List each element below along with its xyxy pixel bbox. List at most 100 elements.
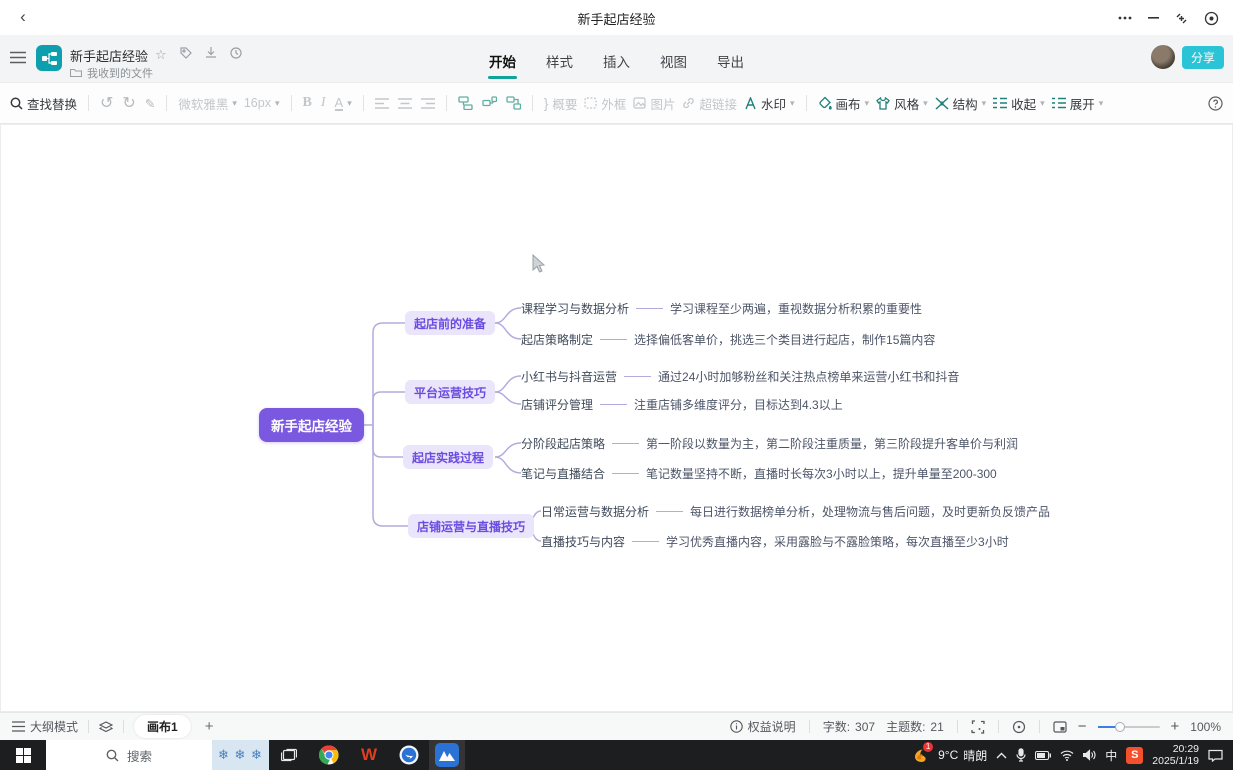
link-icon [682, 97, 695, 109]
leaf-node[interactable]: 小红书与抖音运营 通过24小时加够粉丝和关注热点榜单来运营小红书和抖音 [521, 367, 959, 385]
tab-view[interactable]: 视图 [659, 49, 688, 79]
zoom-slider-knob[interactable] [1115, 722, 1125, 732]
window-title: 新手起店经验 [0, 9, 1233, 28]
snowflake-icon: ❄ ❄ ❄ [218, 747, 263, 763]
fit-screen-button[interactable] [971, 720, 985, 734]
windows-logo-icon [16, 748, 31, 763]
rights-info-button[interactable]: 权益说明 [730, 718, 796, 735]
font-color-button[interactable]: A▾ [335, 96, 352, 111]
tray-temperature[interactable]: 9°C [938, 748, 958, 762]
taskbar-search-input[interactable]: 搜索 [46, 740, 212, 770]
tab-insert[interactable]: 插入 [602, 49, 631, 79]
close-target-button[interactable] [1199, 9, 1223, 27]
wifi-icon[interactable] [1060, 750, 1074, 761]
zoom-out-button[interactable]: − [1078, 718, 1087, 735]
layers-button[interactable] [99, 721, 113, 733]
summary-button[interactable]: }概要 [544, 94, 578, 113]
leaf-node[interactable]: 直播技巧与内容 学习优秀直播内容，采用露脸与不露脸策略，每次直播至少3小时 [541, 532, 1009, 550]
restore-button[interactable] [1169, 9, 1193, 27]
expand-button[interactable]: 展开▾ [1052, 94, 1104, 113]
undo-icon[interactable]: ↺ [100, 93, 113, 113]
chevron-down-icon: ▾ [982, 98, 987, 109]
zoom-in-button[interactable]: + [1171, 718, 1180, 735]
share-button[interactable]: 分享 [1182, 46, 1224, 69]
user-avatar[interactable] [1151, 45, 1175, 69]
watermark-icon [744, 97, 757, 110]
tray-clock[interactable]: 20:29 2025/1/19 [1152, 743, 1199, 767]
find-replace-button[interactable]: 查找替换 [10, 94, 77, 113]
hidden-icons-chevron[interactable] [996, 752, 1007, 759]
mindmap-app-taskbar-icon-active[interactable] [429, 740, 465, 770]
font-family-select[interactable]: 微软雅黑▾ [178, 94, 237, 113]
branch-node-3[interactable]: 起店实践过程 [403, 445, 493, 469]
format-painter-icon[interactable]: ✎ [145, 96, 155, 111]
align-left-icon[interactable] [375, 98, 389, 109]
window-titlebar: ‹ 新手起店经验 [0, 0, 1233, 35]
leaf-node[interactable]: 起店策略制定 选择偏低客单价，挑选三个类目进行起店，制作15篇内容 [521, 330, 935, 348]
blue-app-icon [399, 745, 419, 765]
collapse-button[interactable]: 收起▾ [993, 94, 1045, 113]
bold-button[interactable]: B [303, 95, 312, 111]
insert-parent-node-icon[interactable] [506, 96, 521, 110]
align-center-icon[interactable] [398, 98, 412, 109]
redo-icon[interactable]: ↻ [122, 93, 135, 113]
start-button[interactable] [0, 740, 46, 770]
watermark-button[interactable]: 水印▾ [744, 94, 795, 113]
hyperlink-button[interactable]: 超链接 [682, 94, 737, 113]
tray-weather-desc[interactable]: 晴朗 [963, 747, 987, 764]
weather-flame-icon[interactable]: 1 [912, 747, 929, 764]
minimap-button[interactable] [1053, 721, 1067, 733]
more-options-icon[interactable] [1113, 9, 1137, 27]
locate-center-button[interactable] [1012, 720, 1026, 734]
battery-icon[interactable] [1035, 751, 1051, 760]
outline-mode-button[interactable]: 大纲模式 [12, 718, 78, 735]
tab-style[interactable]: 样式 [545, 49, 574, 79]
sogou-input-icon[interactable]: S [1126, 747, 1143, 764]
wps-taskbar-icon[interactable]: W [349, 740, 389, 770]
branch-node-2[interactable]: 平台运营技巧 [405, 380, 495, 404]
ime-indicator[interactable]: 中 [1105, 747, 1117, 764]
chrome-taskbar-icon[interactable] [309, 740, 349, 770]
insert-sibling-node-icon[interactable] [482, 96, 497, 110]
microphone-icon[interactable] [1016, 748, 1026, 762]
outer-frame-button[interactable]: 外框 [584, 94, 626, 113]
structure-button[interactable]: 结构▾ [935, 94, 987, 113]
volume-icon[interactable] [1083, 749, 1096, 761]
leaf-connector [612, 473, 639, 474]
paint-bucket-icon [818, 96, 832, 110]
mindmap-canvas[interactable]: 新手起店经验 起店前的准备 平台运营技巧 起店实践过程 店铺运营与直播技巧 课程… [0, 124, 1233, 712]
style-button[interactable]: 风格▾ [876, 94, 928, 113]
dingtalk-taskbar-icon[interactable] [389, 740, 429, 770]
tab-export[interactable]: 导出 [716, 49, 745, 79]
canvas-tab[interactable]: 画布1 [134, 715, 191, 738]
image-button[interactable]: 图片 [633, 94, 675, 113]
document-header-bar: 新手起店经验 ☆ 我收到的文件 开始 样式 插入 视图 导出 分享 [0, 35, 1233, 82]
help-button[interactable] [1208, 96, 1223, 111]
outline-icon [12, 721, 25, 732]
mindmap-root-node[interactable]: 新手起店经验 [259, 408, 364, 442]
branch-node-1[interactable]: 起店前的准备 [405, 311, 495, 335]
leaf-node[interactable]: 店铺评分管理 注重店铺多维度评分，目标达到4.3以上 [521, 395, 843, 413]
italic-button[interactable]: I [321, 95, 326, 111]
brace-icon: } [544, 95, 549, 111]
zoom-slider[interactable] [1098, 726, 1160, 728]
insert-child-node-icon[interactable] [458, 96, 473, 110]
leaf-node[interactable]: 分阶段起店策略 第一阶段以数量为主，第二阶段注重质量，第三阶段提升客单价与利润 [521, 434, 1018, 452]
leaf-connector [612, 443, 639, 444]
leaf-node[interactable]: 课程学习与数据分析 学习课程至少两遍，重视数据分析积累的重要性 [521, 299, 922, 317]
chevron-down-icon: ▾ [232, 98, 237, 109]
leaf-node[interactable]: 笔记与直播结合 笔记数量坚持不断，直播时长每次3小时以上，提升单量至200-30… [521, 464, 997, 482]
align-right-icon[interactable] [421, 98, 435, 109]
branch-node-4[interactable]: 店铺运营与直播技巧 [408, 514, 534, 538]
task-view-button[interactable] [269, 740, 309, 770]
canvas-button[interactable]: 画布▾ [818, 94, 870, 113]
minimize-button[interactable] [1141, 9, 1165, 27]
leaf-node[interactable]: 日常运营与数据分析 每日进行数据榜单分析，处理物流与售后问题，及时更新负反馈产品 [541, 502, 1050, 520]
font-size-select[interactable]: 16px▾ [244, 96, 280, 110]
action-center-icon[interactable] [1208, 749, 1223, 762]
tab-start[interactable]: 开始 [488, 49, 517, 79]
fit-screen-icon [971, 720, 985, 734]
frame-icon [584, 97, 597, 109]
add-canvas-button[interactable]: + [205, 718, 214, 735]
weather-widget[interactable]: ❄ ❄ ❄ [212, 740, 269, 770]
